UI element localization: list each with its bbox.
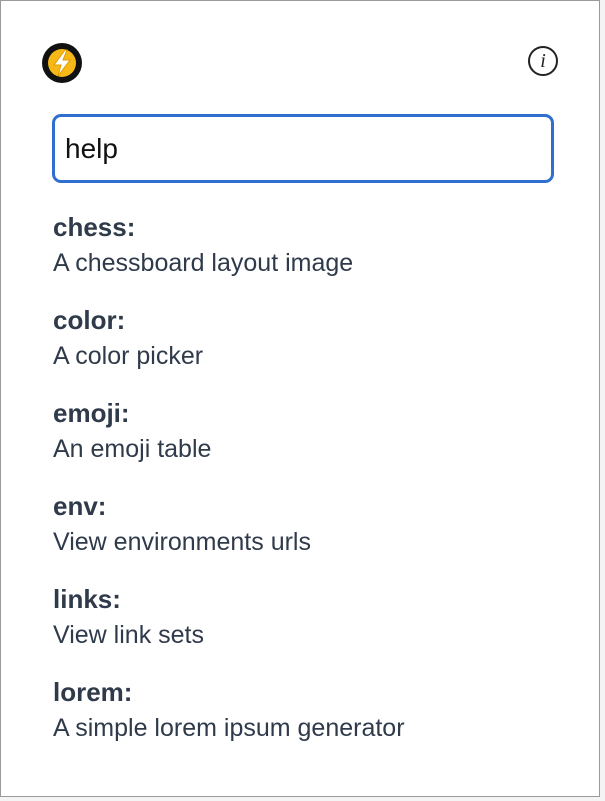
command-list: chess: A chessboard layout image color: … — [53, 209, 573, 767]
command-description: A simple lorem ipsum generator — [53, 714, 405, 742]
command-name: env: — [53, 491, 107, 521]
command-name: lorem: — [53, 677, 133, 707]
list-item-chess[interactable]: chess: A chessboard layout image — [53, 209, 573, 302]
command-name: chess: — [53, 212, 136, 242]
command-description: View link sets — [53, 621, 204, 649]
list-item-color[interactable]: color: A color picker — [53, 302, 573, 395]
list-item-emoji[interactable]: emoji: An emoji table — [53, 395, 573, 488]
list-item-env[interactable]: env: View environments urls — [53, 488, 573, 581]
list-item-lorem[interactable]: lorem: A simple lorem ipsum generator — [53, 674, 573, 767]
command-name: color: — [53, 305, 126, 335]
command-description: A color picker — [53, 342, 204, 370]
command-description: An emoji table — [53, 435, 212, 463]
popup-panel: i chess: A chessboard layout image color… — [0, 0, 600, 797]
lightning-bolt-icon — [42, 43, 82, 83]
command-description: View environments urls — [53, 528, 311, 556]
command-name: emoji: — [53, 398, 130, 428]
list-item-links[interactable]: links: View link sets — [53, 581, 573, 674]
info-icon[interactable]: i — [528, 46, 558, 76]
popup-header: i — [42, 43, 562, 83]
search-input[interactable] — [52, 114, 554, 183]
command-name: links: — [53, 584, 121, 614]
command-description: A chessboard layout image — [53, 249, 354, 277]
